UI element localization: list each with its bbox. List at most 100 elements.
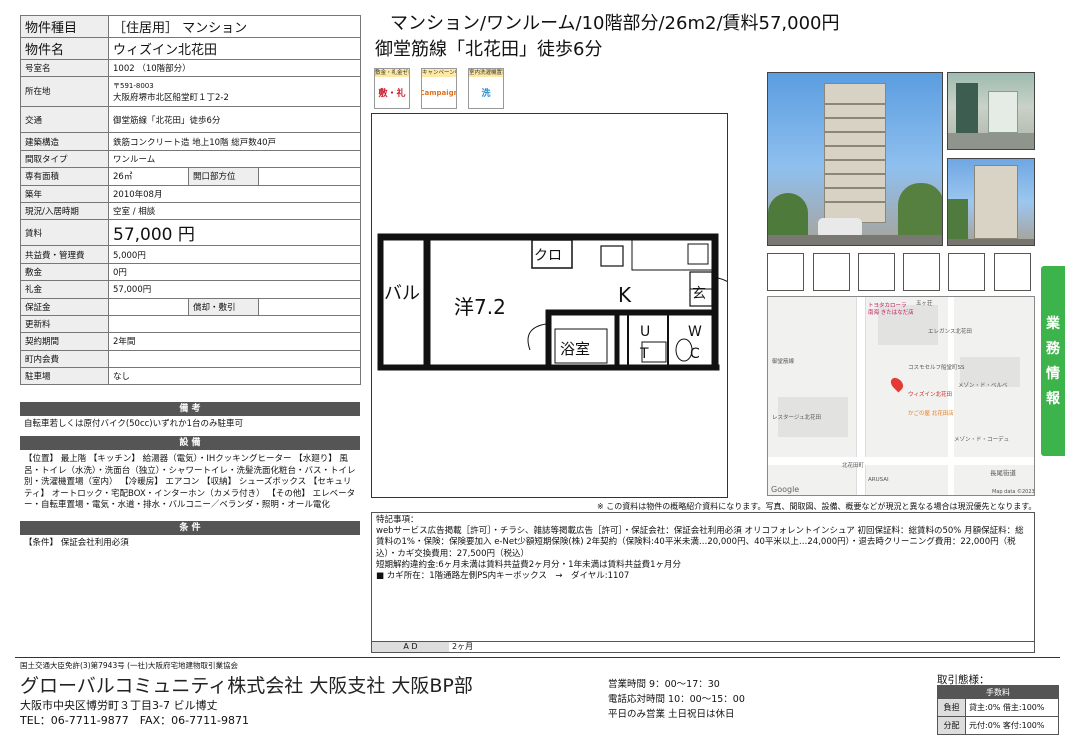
svg-text:C: C	[690, 346, 700, 362]
listing-title: マンション/ワンルーム/10階部分/26m2/賃料57,000円	[390, 13, 840, 34]
property-value: 〒591-8003 大阪府堺市北区船堂町１丁2-2	[107, 76, 362, 108]
property-label: 契約期間	[20, 332, 109, 351]
property-label: 敷金	[20, 262, 109, 282]
conditions-header: 条 件	[20, 521, 360, 535]
location-map[interactable]: トヨタカローラ 南海 きたはなだ店 エレガンス北花田 御堂筋線 コスモセルフ船堂…	[767, 296, 1035, 496]
company-name: グローバルコミュニティ株式会社 大阪支社 大阪BP部	[20, 675, 473, 697]
property-value	[107, 314, 362, 334]
property-row: 契約期間 2年間	[20, 332, 362, 351]
remarks-header: 備 考	[20, 402, 360, 416]
property-sub-label: 償却・敷引	[188, 297, 259, 316]
ad-label: A D	[372, 642, 449, 652]
photo-thumb[interactable]	[903, 253, 940, 291]
property-row: 間取タイプ ワンルーム	[20, 149, 362, 169]
property-label: 共益費・管理費	[20, 245, 109, 264]
photo-thumb[interactable]	[994, 253, 1031, 291]
location-pin-icon	[888, 375, 906, 393]
property-value: ［住居用］ マンション	[107, 15, 362, 38]
property-value: なし	[107, 367, 362, 386]
building-photo[interactable]	[767, 72, 943, 246]
property-value: 2年間	[107, 332, 362, 351]
svg-text:T: T	[639, 346, 649, 362]
company-address: 大阪市中央区博労町３丁目3-7 ビル博丈	[20, 699, 218, 712]
address-text: 大阪府堺市北区船堂町１丁2-2	[113, 92, 229, 103]
property-table: 物件種目 ［住居用］ マンション 物件名 ウィズイン北花田 号室名 1002 （10階部分…	[20, 15, 362, 386]
property-row: 保証金 償却・敷引	[20, 297, 362, 316]
property-value	[107, 349, 362, 369]
ad-value: 2ヶ月	[452, 642, 474, 651]
notes-body: webサービス広告掲載［許可］・チラシ、雑誌等掲載広告［許可］・保証会社：保証会…	[376, 526, 1024, 582]
property-value: 57,000 円	[107, 219, 362, 247]
business-info-tab[interactable]: 業 務 情 報	[1041, 266, 1065, 456]
photo-thumb[interactable]	[767, 253, 804, 291]
photo-thumb[interactable]	[813, 253, 850, 291]
conditions-text: 【条件】 保証会社利用必須	[24, 538, 129, 548]
wc-label: W	[688, 324, 702, 340]
balcony-label: バル	[384, 283, 420, 304]
property-row: 町内会費	[20, 349, 362, 369]
bath-label: 浴室	[560, 340, 590, 358]
listing-subtitle: 御堂筋線「北花田」徒歩6分	[375, 39, 603, 60]
property-value: 空室 / 相談	[107, 201, 362, 221]
property-value: 鉄筋コンクリート造 地上10階 総戸数40戸	[107, 132, 362, 151]
property-value: 御堂筋線「北花田」徒歩6分	[107, 106, 362, 134]
no-deposit-badge: 敷金・礼金ゼロ 敷・礼	[374, 68, 410, 109]
property-label: 現況/入居時期	[20, 201, 109, 221]
property-label: 所在地	[20, 76, 109, 108]
property-row: 物件名 ウィズイン北花田	[20, 37, 362, 60]
property-value: ウィズイン北花田	[107, 37, 362, 60]
ad-row: A D 2ヶ月	[371, 641, 1035, 653]
property-value	[108, 297, 189, 316]
property-label: 物件種目	[20, 15, 109, 38]
property-row: 駐車場 なし	[20, 367, 362, 386]
photo-thumb[interactable]	[948, 253, 985, 291]
property-row: 共益費・管理費 5,000円	[20, 245, 362, 264]
kitchen-label: K	[618, 283, 632, 307]
campaign-icon: Campaign	[421, 88, 457, 97]
property-label: 更新料	[20, 314, 109, 334]
property-row: 専有面積 26㎡ 開口部方位	[20, 167, 362, 186]
property-row: 敷金 0円	[20, 262, 362, 282]
property-value: 2010年08月	[107, 184, 362, 203]
remarks-text: 自転車若しくは原付バイク(50cc)いずれか1台のみ駐車可	[24, 419, 244, 429]
license-info: 国土交通大臣免許(3)第7943号 (一社)大阪府宅地建物取引業協会	[20, 661, 238, 670]
property-row: 賃料 57,000 円	[20, 219, 362, 247]
photo-thumb[interactable]	[858, 253, 895, 291]
notes-title: 特記事項：	[376, 515, 419, 525]
property-row: 物件種目 ［住居用］ マンション	[20, 15, 362, 38]
property-value: 0円	[107, 262, 362, 282]
property-label: 交通	[20, 106, 109, 134]
property-row: 号室名 1002 （10階部分）	[20, 58, 362, 78]
footer-divider	[15, 657, 1060, 658]
exterior-photo[interactable]	[947, 158, 1035, 246]
property-row: 礼金 57,000円	[20, 280, 362, 299]
property-label: 礼金	[20, 280, 109, 299]
company-tel: TEL：06-7711-9877 FAX：06-7711-9871	[20, 714, 250, 727]
property-label: 建築構造	[20, 132, 109, 151]
equipment-text: 【位置】 最上階 【キッチン】 給湯器（電気）・IHクッキングヒーター 【水廻り…	[24, 454, 356, 510]
property-label: 賃料	[20, 219, 109, 247]
property-row: 現況/入居時期 空室 / 相談	[20, 201, 362, 221]
property-row: 更新料	[20, 314, 362, 334]
business-hours: 営業時間 9：00〜17：30 電話応対時間 10：00〜15：00 平日のみ営…	[608, 679, 745, 720]
google-logo: Google	[771, 485, 800, 494]
special-notes: 特記事項： webサービス広告掲載［許可］・チラシ、雑誌等掲載広告［許可］・保証…	[371, 512, 1035, 642]
no-deposit-icon: 敷・礼	[378, 89, 406, 99]
property-label: 築年	[20, 184, 109, 203]
property-row: 所在地 〒591-8003 大阪府堺市北区船堂町１丁2-2	[20, 76, 362, 108]
disclaimer-notice: ※ この資料は物件の概略紹介資料になります。写真、間取図、設備、概要などが現況と…	[597, 502, 1037, 511]
property-label: 間取タイプ	[20, 149, 109, 169]
property-label: 町内会費	[20, 349, 109, 369]
washer-badge: 室内洗濯機置場 洗	[468, 68, 504, 109]
ut-label: U	[640, 324, 650, 340]
entrance-photo[interactable]	[947, 72, 1035, 150]
property-sub-value	[257, 167, 362, 186]
property-sub-value	[257, 297, 362, 316]
property-sub-label: 開口部方位	[188, 167, 259, 186]
property-label: 駐車場	[20, 367, 109, 386]
equipment-header: 設 備	[20, 436, 360, 450]
property-row: 建築構造 鉄筋コンクリート造 地上10階 総戸数40戸	[20, 132, 362, 151]
property-label: 専有面積	[20, 167, 109, 186]
property-value: 1002 （10階部分）	[107, 58, 362, 78]
entrance-label: 玄	[692, 285, 706, 302]
